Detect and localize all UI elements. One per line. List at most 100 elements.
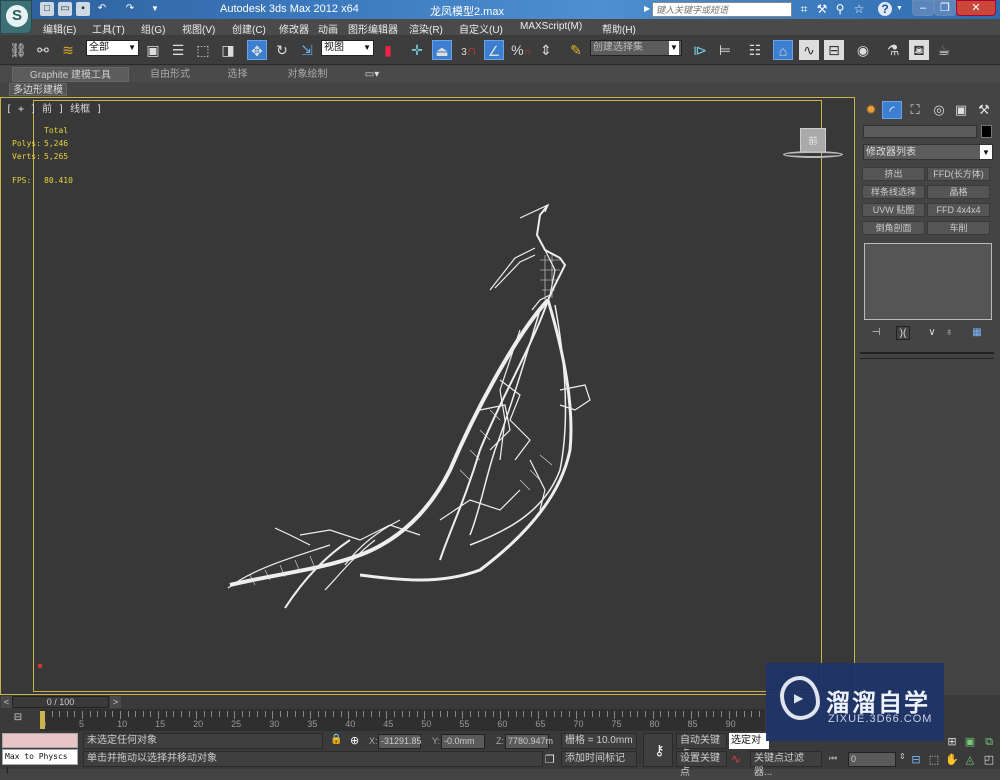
- selection-lock-icon[interactable]: 🔒: [330, 734, 342, 745]
- add-time-tag[interactable]: 添加时间标记: [561, 751, 637, 767]
- track-ruler[interactable]: 051015202530354045505560657075808590: [40, 709, 765, 731]
- ruler-tick: [507, 711, 509, 717]
- object-name-field[interactable]: [863, 125, 977, 138]
- make-unique-icon[interactable]: ∨: [925, 326, 939, 340]
- modifier-lathe-button[interactable]: 车削: [927, 221, 990, 235]
- ruler-tick: [120, 711, 122, 719]
- ruler-tick: [561, 711, 563, 717]
- modifier-stack-list[interactable]: [864, 243, 992, 320]
- utilities-icon[interactable]: ⚒: [974, 101, 994, 119]
- ruler-tick: [644, 711, 646, 717]
- ruler-tick: [97, 711, 99, 717]
- maxscript-listener-output[interactable]: Max to Physcs (: [2, 749, 78, 775]
- ruler-tick: [173, 711, 175, 717]
- frame-spinner-icon[interactable]: ⇕: [899, 752, 906, 761]
- mini-curve-editor-icon[interactable]: ⊟: [8, 712, 28, 728]
- pin-stack-icon[interactable]: ⊣: [869, 326, 883, 340]
- ruler-tick: [515, 711, 517, 717]
- pan-hand-icon[interactable]: ✋: [945, 753, 959, 767]
- ruler-tick: [82, 711, 84, 719]
- ruler-tick: [720, 711, 722, 717]
- ruler-tick: [226, 711, 228, 717]
- next-frame-button[interactable]: >: [110, 696, 121, 708]
- ruler-tick-label: 75: [611, 719, 622, 729]
- ruler-tick: [51, 711, 53, 717]
- ruler-tick: [66, 711, 68, 717]
- phoenix-wireframe-model[interactable]: [0, 0, 1000, 769]
- time-config-icon[interactable]: ⊟: [909, 753, 923, 767]
- set-keys-key-icon[interactable]: ⚷: [643, 733, 673, 767]
- key-filters-button[interactable]: 关键点过滤器...: [750, 751, 822, 778]
- ruler-tick: [523, 711, 525, 717]
- remove-modifier-icon[interactable]: ♁: [942, 326, 956, 340]
- zoom-extents-all-icon[interactable]: ⊞: [945, 735, 959, 749]
- y-coordinate-field[interactable]: -0.0mm: [441, 734, 485, 749]
- ruler-tick-label: 5: [79, 719, 85, 729]
- ruler-tick: [386, 711, 388, 719]
- ruler-tick: [401, 711, 403, 717]
- modifier-lattice-button[interactable]: 晶格: [927, 185, 990, 199]
- ruler-tick: [614, 711, 616, 719]
- orbit-icon[interactable]: ◬: [963, 753, 977, 767]
- modifier-spline-select-button[interactable]: 样条线选择: [862, 185, 925, 199]
- maxscript-listener-input[interactable]: [2, 733, 78, 748]
- zoom-all-icon[interactable]: ⧉: [982, 735, 996, 749]
- modifier-bevel-profile-button[interactable]: 倒角剖面: [862, 221, 925, 235]
- zoom-extents-selected-icon[interactable]: ▣: [963, 735, 977, 749]
- ruler-tick: [743, 711, 745, 717]
- set-key-button[interactable]: 设置关键点: [676, 751, 727, 778]
- ruler-tick: [759, 711, 760, 717]
- ruler-tick: [272, 711, 274, 719]
- absolute-mode-icon[interactable]: ⊕: [350, 734, 359, 747]
- go-to-start-icon[interactable]: ⏮: [829, 753, 837, 764]
- key-mode-selected-dropdown[interactable]: 选定对象: [729, 733, 769, 749]
- ruler-tick: [606, 711, 608, 717]
- auto-key-button[interactable]: 自动关键点: [676, 733, 727, 760]
- ruler-tick: [211, 711, 213, 717]
- ruler-tick: [439, 711, 441, 717]
- ruler-tick-label: 70: [573, 719, 584, 729]
- ruler-tick: [751, 711, 753, 717]
- ruler-tick: [348, 711, 350, 719]
- current-frame-field[interactable]: 0: [848, 752, 896, 767]
- ruler-tick: [264, 711, 266, 717]
- maximize-viewport-icon[interactable]: ◰: [982, 753, 996, 767]
- x-coordinate-field[interactable]: -31291.85: [378, 734, 422, 749]
- ruler-tick: [682, 711, 684, 717]
- modifier-uvw-map-button[interactable]: UVW 贴图: [862, 203, 925, 217]
- ruler-tick: [462, 711, 464, 719]
- model-mesh-lines: [249, 255, 560, 586]
- modifier-ffd-box-button[interactable]: FFD(长方体): [927, 167, 990, 181]
- ruler-tick-label: 55: [459, 719, 470, 729]
- modifier-extrude-button[interactable]: 挤出: [862, 167, 925, 181]
- ruler-tick-label: 25: [231, 719, 242, 729]
- application-button[interactable]: S: [0, 0, 32, 34]
- motion-icon[interactable]: ◎: [929, 101, 949, 119]
- ruler-tick: [447, 711, 449, 717]
- time-tag-icon[interactable]: ❐: [545, 753, 555, 766]
- ruler-tick: [393, 711, 395, 717]
- ruler-tick: [74, 711, 76, 717]
- modifier-ffd-4x4x4-button[interactable]: FFD 4x4x4: [927, 203, 990, 217]
- z-coordinate-field[interactable]: 7780.947m: [505, 734, 553, 749]
- panel-divider: [860, 352, 994, 354]
- display-icon[interactable]: ▣: [951, 101, 971, 119]
- modify-icon[interactable]: ◜: [882, 101, 902, 119]
- modifier-list-dropdown[interactable]: 修改器列表 ▼: [863, 144, 993, 160]
- time-slider[interactable]: 0 / 100: [12, 696, 109, 708]
- create-icon[interactable]: ✹: [861, 101, 881, 119]
- ruler-tick: [333, 711, 335, 717]
- z-label: Z:: [496, 736, 504, 746]
- ruler-tick: [279, 711, 281, 717]
- object-color-swatch[interactable]: [981, 125, 992, 138]
- app-logo-icon: S: [6, 5, 28, 27]
- show-end-result-icon[interactable]: )(: [896, 326, 910, 340]
- prev-frame-button[interactable]: <: [1, 696, 12, 708]
- ruler-tick: [591, 711, 593, 717]
- ruler-tick: [477, 711, 479, 717]
- hierarchy-icon[interactable]: ⛶: [905, 101, 925, 119]
- current-frame-marker[interactable]: [40, 711, 45, 729]
- zoom-region-icon[interactable]: ⬚: [927, 753, 941, 767]
- ruler-tick: [256, 711, 258, 717]
- configure-modifier-sets-icon[interactable]: ▦: [970, 326, 984, 340]
